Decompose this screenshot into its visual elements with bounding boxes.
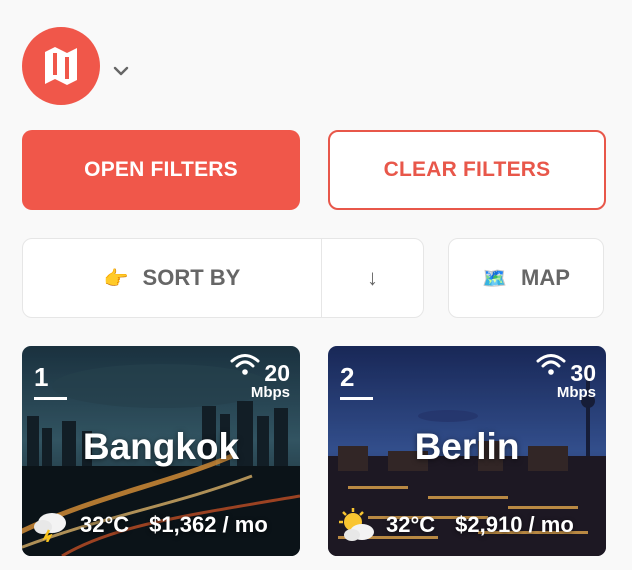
map-button[interactable]: 🗺️ MAP — [448, 238, 604, 318]
cost-of-living: $2,910 / mo — [455, 512, 574, 537]
cloud-thunder-icon — [34, 513, 66, 542]
city-name: Berlin — [414, 426, 520, 467]
wifi-unit: Mbps — [556, 384, 596, 401]
open-filters-button[interactable]: OPEN FILTERS — [22, 130, 300, 210]
pointing-hand-icon: 👉 — [103, 267, 129, 290]
card-footer: 32°C $1,362 / mo — [32, 508, 268, 542]
rank-underline — [340, 397, 373, 400]
nomad-map-icon[interactable] — [22, 27, 100, 105]
wifi-value: 30 — [570, 360, 596, 386]
sun-cloud-icon — [339, 508, 374, 541]
temperature: 32°C — [80, 512, 130, 537]
sort-by-button[interactable]: 👉 SORT BY — [23, 239, 322, 317]
arrow-down-icon: ↓ — [367, 265, 378, 290]
sort-direction-button[interactable]: ↓ — [322, 239, 423, 317]
wifi-speed: 30 Mbps — [557, 362, 596, 402]
rank-number: 2 — [340, 362, 355, 392]
wifi-speed: 20 Mbps — [251, 362, 290, 402]
rank-number: 1 — [34, 362, 49, 392]
logo-menu[interactable] — [22, 27, 130, 105]
wifi-unit: Mbps — [250, 384, 290, 401]
wifi-value: 20 — [264, 360, 290, 386]
chevron-down-icon[interactable] — [112, 62, 130, 80]
cost-of-living: $1,362 / mo — [149, 512, 268, 537]
sort-control: 👉 SORT BY ↓ — [22, 238, 424, 318]
clear-filters-button[interactable]: CLEAR FILTERS — [328, 130, 606, 210]
sort-by-label: SORT BY — [142, 265, 241, 290]
rank-underline — [34, 397, 67, 400]
city-name: Bangkok — [82, 426, 240, 467]
map-icon: 🗺️ — [482, 267, 507, 290]
map-label: MAP — [521, 265, 570, 290]
card-footer: 32°C $2,910 / mo — [338, 508, 574, 542]
city-card-bangkok[interactable]: 1 20 Mbps Bangkok 32°C $1,362 / mo — [22, 346, 300, 556]
temperature: 32°C — [386, 512, 436, 537]
city-card-berlin[interactable]: 2 30 Mbps Berlin 32°C $2,910 / mo — [328, 346, 606, 556]
